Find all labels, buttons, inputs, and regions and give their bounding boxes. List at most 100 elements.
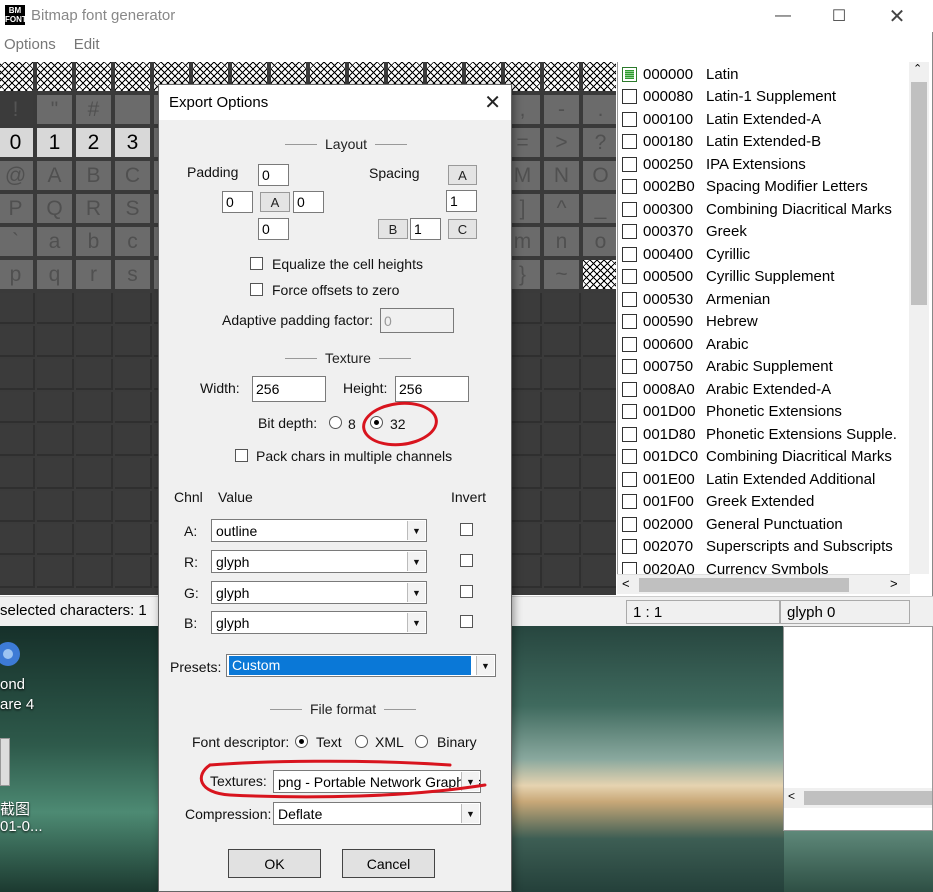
vscroll-thumb[interactable] [911,82,927,305]
range-checkbox[interactable] [622,134,637,149]
menu-edit[interactable]: Edit [74,36,100,58]
channel-r-select[interactable]: glyph ▼ [211,550,427,573]
range-checkbox[interactable] [622,381,637,397]
range-list-item[interactable]: 0020A0 Currency Symbols [618,558,829,574]
grid-cell[interactable] [583,425,616,456]
range-list-item[interactable]: 000250 IPA Extensions [618,153,806,175]
range-checkbox[interactable] [622,336,637,352]
hscroll-thumb[interactable] [639,578,849,592]
channel-g-select[interactable]: glyph ▼ [211,581,427,604]
grid-cell[interactable] [0,491,35,522]
equalize-cell-heights-label[interactable]: Equalize the cell heights [272,256,423,272]
range-list-item[interactable]: 0002B0 Spacing Modifier Letters [618,176,868,198]
spacing-vert-input[interactable] [410,218,441,240]
grid-cell[interactable] [76,392,113,423]
spacing-a-button[interactable]: A [448,165,477,185]
grid-cell[interactable]: 1 [37,128,74,159]
descriptor-xml-label[interactable]: XML [375,734,404,750]
grid-cell[interactable] [76,326,113,357]
grid-cell[interactable]: P [0,194,35,225]
descriptor-binary-radio[interactable] [415,735,428,748]
bitdepth-32-radio[interactable] [370,416,383,429]
grid-cell[interactable] [115,524,152,555]
grid-cell[interactable]: " [37,95,74,126]
range-list-item[interactable]: 000180 Latin Extended-B [618,131,821,153]
adaptive-padding-input[interactable] [380,308,454,333]
grid-cell[interactable] [0,458,35,489]
grid-cell[interactable]: ! [0,95,35,126]
range-list-vscrollbar[interactable]: ⌃ [909,62,929,574]
range-checkbox[interactable] [622,201,637,217]
spacing-horiz-input[interactable] [446,190,477,212]
scroll-left-icon[interactable]: < [622,576,630,591]
title-bar[interactable]: BM FONT Bitmap font generator — ☐ ✕ [0,0,933,32]
descriptor-binary-label[interactable]: Binary [437,734,477,750]
grid-cell[interactable]: 3 [115,128,152,159]
grid-cell[interactable]: r [76,260,113,291]
range-checkbox[interactable] [622,156,637,172]
cancel-button[interactable]: Cancel [342,849,435,878]
grid-cell[interactable] [0,359,35,390]
grid-cell[interactable]: B [76,161,113,192]
grid-cell[interactable]: n [544,227,581,258]
desktop-icon-app[interactable] [0,634,26,668]
range-checkbox[interactable] [622,89,637,104]
grid-cell[interactable] [115,557,152,588]
range-checkbox[interactable] [622,179,637,194]
range-list-item[interactable]: 002000 General Punctuation [618,513,843,535]
descriptor-text-label[interactable]: Text [316,734,342,750]
bitdepth-8-radio[interactable] [329,416,342,429]
grid-cell[interactable] [583,260,616,291]
grid-cell[interactable] [37,425,74,456]
grid-cell[interactable]: R [76,194,113,225]
grid-cell[interactable] [115,62,152,93]
range-list-hscrollbar[interactable]: < > [617,574,910,594]
grid-cell[interactable] [0,524,35,555]
grid-cell[interactable] [583,293,616,324]
range-list-item[interactable]: 001F00 Greek Extended [618,491,814,513]
grid-cell[interactable] [583,326,616,357]
grid-cell[interactable] [76,491,113,522]
force-offsets-checkbox[interactable] [250,283,263,296]
grid-cell[interactable]: c [115,227,152,258]
grid-cell[interactable]: a [37,227,74,258]
range-checkbox[interactable] [622,471,637,487]
grid-cell[interactable]: ? [583,128,616,159]
grid-cell[interactable] [76,62,113,93]
range-list-item[interactable]: 000750 Arabic Supplement [618,356,833,378]
grid-cell[interactable] [76,359,113,390]
grid-cell[interactable] [115,491,152,522]
bitdepth-8-label[interactable]: 8 [348,416,356,432]
grid-cell[interactable] [583,557,616,588]
range-checkbox[interactable] [622,404,637,419]
grid-cell[interactable]: 0 [0,128,35,159]
range-list-item[interactable]: 000590 Hebrew [618,311,758,333]
secondary-hscrollbar[interactable]: < [784,788,932,808]
padding-right-input[interactable] [293,191,324,213]
grid-cell[interactable] [76,458,113,489]
grid-cell[interactable] [544,557,581,588]
grid-cell[interactable] [583,458,616,489]
grid-cell[interactable] [544,425,581,456]
grid-cell[interactable] [76,425,113,456]
grid-cell[interactable] [115,392,152,423]
range-list-item[interactable]: 000400 Cyrillic [618,243,750,265]
padding-up-input[interactable] [258,164,289,186]
grid-cell[interactable] [37,491,74,522]
grid-cell[interactable] [544,293,581,324]
grid-cell[interactable] [544,392,581,423]
grid-cell[interactable]: p [0,260,35,291]
range-checkbox[interactable] [622,269,637,284]
range-checkbox[interactable] [622,111,637,127]
range-list-item[interactable]: 000100 Latin Extended-A [618,108,821,130]
grid-cell[interactable] [583,359,616,390]
grid-cell[interactable] [544,62,581,93]
grid-cell[interactable] [76,293,113,324]
grid-cell[interactable]: 2 [76,128,113,159]
scroll-right-icon[interactable]: > [890,576,898,591]
grid-cell[interactable] [115,95,152,126]
grid-cell[interactable]: O [583,161,616,192]
grid-cell[interactable] [544,491,581,522]
grid-cell[interactable] [0,62,35,93]
grid-cell[interactable] [544,359,581,390]
